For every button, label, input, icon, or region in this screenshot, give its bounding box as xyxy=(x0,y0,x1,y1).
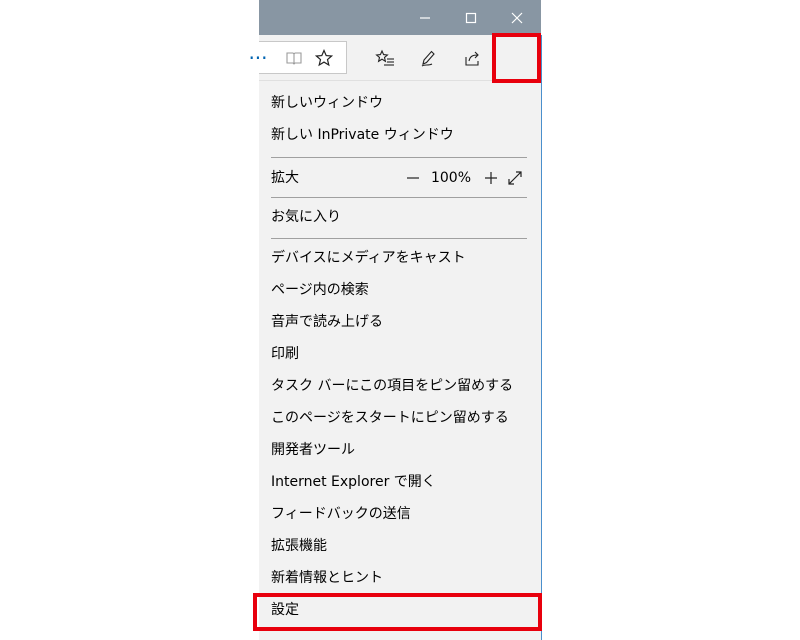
menu-separator xyxy=(271,197,527,198)
minimize-icon xyxy=(420,16,430,19)
add-favorite-button[interactable] xyxy=(315,49,333,67)
minus-icon xyxy=(406,177,419,179)
menu-item-new-window[interactable]: 新しいウィンドウ xyxy=(271,87,527,119)
hub-button[interactable] xyxy=(365,35,405,80)
window-edge xyxy=(541,35,542,640)
minimize-button[interactable] xyxy=(402,0,448,35)
menu-item-whats-new[interactable]: 新着情報とヒント xyxy=(271,562,527,594)
more-actions-button[interactable]: ··· xyxy=(237,36,279,80)
menu-item-read-aloud[interactable]: 音声で読み上げる xyxy=(271,306,527,338)
favorites-hub-icon xyxy=(375,49,394,66)
menu-item-open-in-internet-explorer[interactable]: Internet Explorer で開く xyxy=(271,466,527,498)
star-icon xyxy=(315,49,333,67)
menu-item-developer-tools[interactable]: 開発者ツール xyxy=(271,434,527,466)
pen-icon xyxy=(421,50,435,66)
web-note-button[interactable] xyxy=(408,35,448,80)
zoom-controls: 100% xyxy=(401,162,527,194)
menu-separator xyxy=(271,238,527,239)
maximize-icon xyxy=(465,12,477,23)
menu-item-cast-media[interactable]: デバイスにメディアをキャスト xyxy=(271,242,527,274)
edge-browser-window: 新しいウィンドウ 新しい InPrivate ウィンドウ 拡大 100% お気に… xyxy=(259,0,541,640)
title-bar xyxy=(259,0,541,35)
menu-item-zoom: 拡大 100% xyxy=(271,162,527,194)
zoom-in-button[interactable] xyxy=(479,162,503,194)
menu-separator xyxy=(271,157,527,158)
book-icon xyxy=(286,52,302,65)
menu-item-favorites[interactable]: お気に入り xyxy=(271,201,527,233)
zoom-value: 100% xyxy=(430,170,471,186)
highlight-settings xyxy=(253,593,542,631)
menu-item-pin-to-taskbar[interactable]: タスク バーにこの項目をピン留めする xyxy=(271,370,527,402)
menu-item-pin-to-start[interactable]: このページをスタートにピン留めする xyxy=(271,402,527,434)
reading-view-button[interactable] xyxy=(285,49,303,67)
close-button[interactable] xyxy=(494,0,540,35)
menu-item-print[interactable]: 印刷 xyxy=(271,338,527,370)
menu-item-extensions[interactable]: 拡張機能 xyxy=(271,530,527,562)
zoom-label: 拡大 xyxy=(271,170,299,186)
share-icon xyxy=(465,51,479,66)
zoom-out-button[interactable] xyxy=(401,162,425,194)
expand-icon xyxy=(508,171,522,185)
menu-item-new-inprivate-window[interactable]: 新しい InPrivate ウィンドウ xyxy=(271,119,527,151)
share-button[interactable] xyxy=(453,35,493,80)
close-icon xyxy=(511,12,523,23)
maximize-button[interactable] xyxy=(448,0,494,35)
highlight-more-button xyxy=(492,33,541,83)
menu-item-find-on-page[interactable]: ページ内の検索 xyxy=(271,274,527,306)
full-screen-button[interactable] xyxy=(503,162,527,194)
plus-icon xyxy=(485,172,497,184)
menu-item-send-feedback[interactable]: フィードバックの送信 xyxy=(271,498,527,530)
